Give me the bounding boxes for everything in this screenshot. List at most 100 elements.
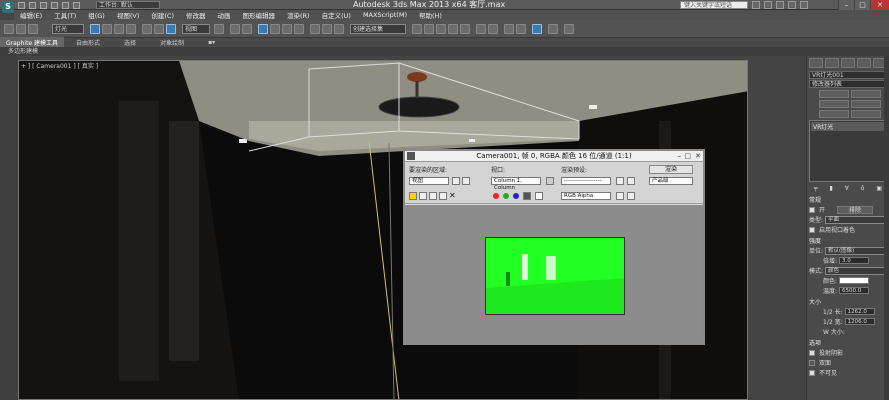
window-crossing-icon[interactable]: [126, 24, 136, 34]
select-move-icon[interactable]: [142, 24, 152, 34]
schematic-view-icon[interactable]: [448, 24, 458, 34]
maximize-button[interactable]: □: [854, 0, 870, 10]
curve-editor-icon[interactable]: [436, 24, 446, 34]
pivot-center-icon[interactable]: [214, 24, 224, 34]
search-icon[interactable]: [752, 1, 760, 9]
graphite-toggle-icon[interactable]: [424, 24, 434, 34]
modify-tab-icon[interactable]: [825, 58, 839, 68]
invisible-checkbox[interactable]: [809, 369, 815, 376]
communication-icon[interactable]: [776, 1, 784, 9]
print-image-icon[interactable]: [439, 192, 447, 200]
mode-dropdown[interactable]: 颜色: [825, 266, 887, 275]
auto-region-icon[interactable]: [462, 177, 470, 185]
select-scale-icon[interactable]: [166, 24, 176, 34]
menu-item-6[interactable]: 动画: [212, 10, 237, 20]
menu-item-0[interactable]: 编辑(E): [14, 10, 48, 20]
render-frame-window[interactable]: Camera001, 帧 0, RGBA 颜色 16 位/通道 (1:1) – …: [403, 149, 705, 345]
tab-object-paint[interactable]: 对象绘制: [148, 38, 196, 47]
cast-shadows-checkbox[interactable]: [809, 349, 815, 356]
half-width-spinner[interactable]: 1206.0: [844, 318, 875, 325]
menu-item-10[interactable]: MAXScript(M): [357, 11, 413, 19]
tab-freeform[interactable]: 自由形式: [64, 38, 112, 47]
tab-selection[interactable]: 选择: [112, 38, 148, 47]
double-sided-checkbox[interactable]: [809, 359, 815, 366]
undo-icon[interactable]: [51, 1, 58, 9]
monochrome-icon[interactable]: [535, 192, 543, 200]
clone-window-icon[interactable]: [429, 192, 437, 200]
unlink-icon[interactable]: [16, 24, 26, 34]
menu-item-8[interactable]: 渲染(R): [281, 10, 316, 20]
create-tab-icon[interactable]: [809, 58, 823, 68]
toggle-ui-overlay-icon[interactable]: [616, 192, 624, 200]
render-iterative-icon[interactable]: [516, 24, 526, 34]
exclude-button[interactable]: 排除: [837, 205, 874, 214]
minimize-button[interactable]: –: [838, 0, 854, 10]
layer-manager-icon[interactable]: [412, 24, 422, 34]
menu-item-4[interactable]: 创建(C): [145, 10, 180, 20]
viewport-shading-checkbox[interactable]: [809, 226, 815, 233]
save-image-icon[interactable]: [409, 192, 417, 200]
area-to-render-dropdown[interactable]: 视图: [409, 177, 449, 185]
favorites-icon[interactable]: [788, 1, 796, 9]
size-section-title[interactable]: 大小: [809, 297, 887, 306]
render-close-button[interactable]: ✕: [695, 151, 701, 162]
stack-item-vrlight[interactable]: VR灯光: [811, 122, 885, 131]
render-minimize-button[interactable]: –: [678, 151, 682, 162]
rendered-frame-window-icon[interactable]: [488, 24, 498, 34]
configure-sets-icon[interactable]: ▣: [876, 185, 882, 192]
clear-icon[interactable]: ✕: [449, 192, 457, 200]
blue-channel-icon[interactable]: [513, 193, 519, 199]
menu-item-2[interactable]: 组(G): [82, 10, 111, 20]
toolbar-extra-icon-2[interactable]: [564, 24, 574, 34]
selection-filter-dropdown[interactable]: 灯光: [52, 24, 84, 34]
motion-tab-icon[interactable]: [857, 58, 871, 68]
viewport-select-dropdown[interactable]: Column 1, Column: [491, 177, 541, 191]
channel-display-dropdown[interactable]: RGB Alpha: [561, 192, 611, 200]
render-setup-icon[interactable]: [476, 24, 486, 34]
reference-coordinate-dropdown[interactable]: 视图: [182, 24, 210, 34]
close-button[interactable]: ✕: [870, 0, 889, 10]
material-editor-icon[interactable]: [460, 24, 470, 34]
keyboard-shortcut-override-icon[interactable]: [242, 24, 252, 34]
menu-item-3[interactable]: 视图(V): [111, 10, 146, 20]
pin-stack-icon[interactable]: ╤: [814, 185, 818, 192]
menu-item-7[interactable]: 图形编辑器: [237, 10, 282, 20]
color-swatch[interactable]: [839, 277, 870, 284]
intensity-section-title[interactable]: 强度: [809, 236, 887, 245]
help-icon[interactable]: [800, 1, 808, 9]
modifier-button-1[interactable]: [819, 89, 849, 98]
ribbon-options-icon[interactable]: ▪▾: [196, 39, 227, 46]
remove-modifier-icon[interactable]: ǒ: [861, 185, 865, 192]
bind-space-warp-icon[interactable]: [28, 24, 38, 34]
modifier-stack[interactable]: VR灯光: [809, 120, 887, 182]
redo-icon[interactable]: [62, 1, 69, 9]
modifier-list-dropdown[interactable]: 修改器列表: [809, 80, 887, 88]
multiplier-spinner[interactable]: 3.0: [839, 257, 870, 264]
units-dropdown[interactable]: 默认(图像): [825, 246, 887, 255]
hierarchy-tab-icon[interactable]: [841, 58, 855, 68]
red-channel-icon[interactable]: [493, 193, 499, 199]
menu-item-1[interactable]: 工具(T): [48, 10, 82, 20]
render-activeshade-icon[interactable]: [532, 24, 542, 34]
menu-item-11[interactable]: 帮助(H): [413, 10, 448, 20]
select-manipulate-icon[interactable]: [230, 24, 240, 34]
save-file-icon[interactable]: [40, 1, 47, 9]
subscription-icon[interactable]: [764, 1, 772, 9]
half-length-spinner[interactable]: 1262.0: [844, 308, 875, 315]
search-input[interactable]: 键入关键字或短语: [680, 1, 748, 9]
mirror-icon[interactable]: [322, 24, 332, 34]
app-logo[interactable]: S: [2, 1, 14, 13]
render-preset-dropdown[interactable]: -------------------: [561, 177, 611, 185]
menu-item-5[interactable]: 修改器: [180, 10, 212, 20]
percent-snap-icon[interactable]: [282, 24, 292, 34]
spinner-snap-icon[interactable]: [294, 24, 304, 34]
options-section-title[interactable]: 选项: [809, 338, 887, 347]
named-selection-set-dropdown[interactable]: 创建选择集: [350, 24, 406, 34]
project-folder-icon[interactable]: [73, 1, 80, 9]
select-object-icon[interactable]: [90, 24, 100, 34]
render-type-dropdown[interactable]: 产品级: [649, 177, 693, 185]
render-button[interactable]: 渲染: [649, 165, 693, 174]
modifier-button-2[interactable]: [851, 89, 881, 98]
select-by-name-icon[interactable]: [102, 24, 112, 34]
edit-region-icon[interactable]: [452, 177, 460, 185]
